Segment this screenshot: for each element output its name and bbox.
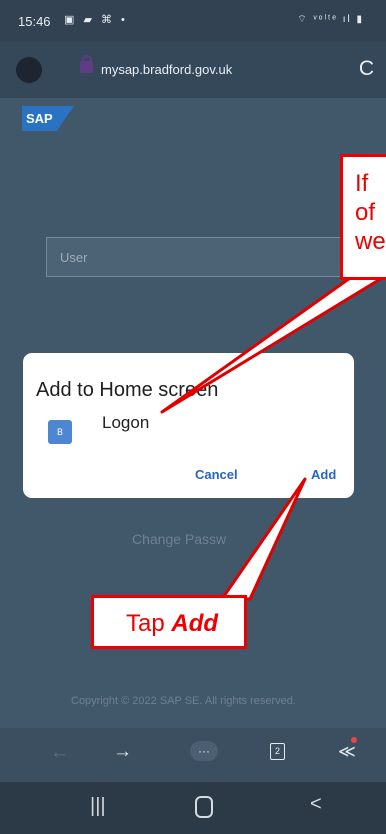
- callout-line-2: of: [355, 199, 376, 226]
- notification-icons: ▣ ▰ ⌘ •: [64, 14, 128, 26]
- change-password-link[interactable]: Change Passw: [132, 531, 226, 547]
- lock-icon[interactable]: [80, 55, 93, 73]
- add-button[interactable]: Add: [311, 467, 336, 482]
- notification-dot: [351, 737, 357, 743]
- tap-add-callout: Tap Add: [91, 595, 247, 649]
- app-icon: B: [48, 420, 72, 444]
- user-placeholder: User: [60, 250, 88, 265]
- back-arrow-icon[interactable]: ←: [50, 742, 69, 764]
- profile-icon[interactable]: [16, 57, 42, 83]
- url-text[interactable]: mysap.bradford.gov.uk: [101, 62, 232, 77]
- callout-line-1: If: [355, 170, 369, 197]
- app-name-field[interactable]: Logon: [102, 413, 149, 433]
- cancel-button[interactable]: Cancel: [195, 467, 238, 482]
- add-to-home-dialog: [23, 353, 354, 498]
- navigation-bar: ||| <: [0, 782, 386, 834]
- instruction-callout-top: If of we: [340, 154, 386, 280]
- status-bar: 15:46 ▣ ▰ ⌘ • ⌔ ᵛᵒˡᵗᵉ ıl ▮: [0, 0, 386, 42]
- sap-logo-text: SAP: [26, 111, 53, 126]
- share-icon[interactable]: ≪: [338, 742, 356, 762]
- tap-prefix: Tap: [126, 610, 172, 637]
- clock: 15:46: [18, 14, 51, 29]
- system-back-icon[interactable]: <: [310, 793, 322, 816]
- user-field[interactable]: User: [46, 237, 342, 277]
- copyright-text: Copyright © 2022 SAP SE. All rights rese…: [71, 695, 296, 707]
- tap-emphasis: Add: [171, 610, 219, 637]
- forward-arrow-icon[interactable]: →: [113, 741, 132, 763]
- callout-line-3: we: [355, 228, 386, 255]
- more-menu-icon[interactable]: ···: [190, 741, 218, 761]
- reload-icon[interactable]: C: [359, 57, 374, 81]
- recent-apps-icon[interactable]: |||: [90, 795, 106, 818]
- home-icon[interactable]: [195, 796, 213, 818]
- tab-count-button[interactable]: 2: [270, 743, 285, 760]
- browser-toolbar: ← → ··· 2 ≪: [0, 728, 386, 782]
- signal-battery-icons: ⌔ ᵛᵒˡᵗᵉ ıl ▮: [297, 14, 364, 25]
- dialog-title: Add to Home screen: [36, 379, 219, 401]
- tap-add-text: Tap Add: [126, 610, 218, 638]
